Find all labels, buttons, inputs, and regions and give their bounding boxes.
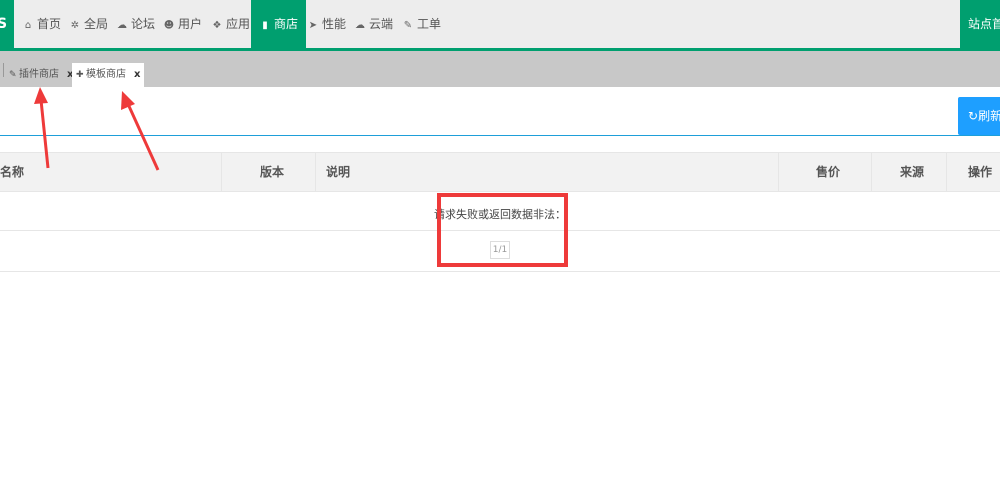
top-navbar: S ⌂ 首页 ✲ 全局 ☁ 论坛 ☻ 用户 ❖ 应用 ▮ 商店 ➤ 性能 ☁ 云端 ✎ 工单 站点… <box>0 0 1000 51</box>
nav-label: 论坛 <box>131 17 156 31</box>
plug-icon: ✎ <box>9 70 17 80</box>
comments-icon: ☁ <box>117 20 127 31</box>
refresh-label: 刷新 <box>978 109 1000 123</box>
column-header-price[interactable]: 售价 <box>779 153 872 191</box>
column-header-name[interactable]: 名称 <box>0 153 222 191</box>
column-header-description[interactable]: 说明 <box>316 153 779 191</box>
nav-label: 工单 <box>417 17 442 31</box>
cloud-icon: ☁ <box>355 20 365 31</box>
column-header-source[interactable]: 来源 <box>872 153 947 191</box>
refresh-icon: ↻ <box>968 109 979 123</box>
users-icon: ☻ <box>163 20 175 31</box>
cubes-icon: ❖ <box>212 20 222 31</box>
tab-label: 插件商店 <box>19 69 59 80</box>
nav-item-tickets[interactable]: ✎ 工单 <box>402 0 441 48</box>
nav-label: 商店 <box>274 17 299 31</box>
brand-logo[interactable]: S <box>0 0 14 48</box>
nav-item-global[interactable]: ✲ 全局 <box>69 0 108 48</box>
table-header: 名称 版本 说明 售价 来源 操作 <box>0 152 1000 192</box>
nav-label: 性能 <box>322 17 347 31</box>
site-home-link[interactable]: 站点首页 <box>960 0 1000 48</box>
nav-item-users[interactable]: ☻ 用户 <box>163 0 202 48</box>
column-header-actions[interactable]: 操作 <box>947 153 1000 191</box>
refresh-button[interactable]: ↻刷新 <box>958 97 1000 135</box>
close-icon[interactable]: x <box>134 63 140 87</box>
nav-label: 首页 <box>37 17 62 31</box>
puzzle-icon: ✚ <box>76 70 84 80</box>
toolbar: ↻刷新 <box>0 87 1000 136</box>
column-header-version[interactable]: 版本 <box>222 153 316 191</box>
cogs-icon: ✲ <box>70 20 80 31</box>
nav-item-store[interactable]: ▮ 商店 <box>251 0 307 48</box>
tab-template-store[interactable]: ✚ 模板商店 x <box>72 63 145 87</box>
nav-label: 应用 <box>226 17 251 31</box>
tab-bar-divider <box>3 63 4 77</box>
nav-label: 云端 <box>369 17 394 31</box>
nav-label: 全局 <box>84 17 109 31</box>
paper-plane-icon: ➤ <box>308 20 318 31</box>
home-icon: ⌂ <box>24 20 32 31</box>
nav-item-performance[interactable]: ➤ 性能 <box>307 0 346 48</box>
tab-label: 模板商店 <box>86 69 126 80</box>
nav-item-home[interactable]: ⌂ 首页 <box>22 0 61 48</box>
wrench-icon: ✎ <box>403 20 413 31</box>
nav-item-cloud[interactable]: ☁ 云端 <box>354 0 393 48</box>
nav-item-apps[interactable]: ❖ 应用 <box>211 0 251 48</box>
nav-label: 用户 <box>178 17 203 31</box>
tab-bar: ✎ 插件商店 x ✚ 模板商店 x <box>0 51 1000 87</box>
nav-item-forum[interactable]: ☁ 论坛 <box>116 0 155 48</box>
tab-plugin-store[interactable]: ✎ 插件商店 x <box>9 63 73 87</box>
annotation-highlight-box <box>437 193 568 267</box>
shopping-bag-icon: ▮ <box>262 20 268 31</box>
